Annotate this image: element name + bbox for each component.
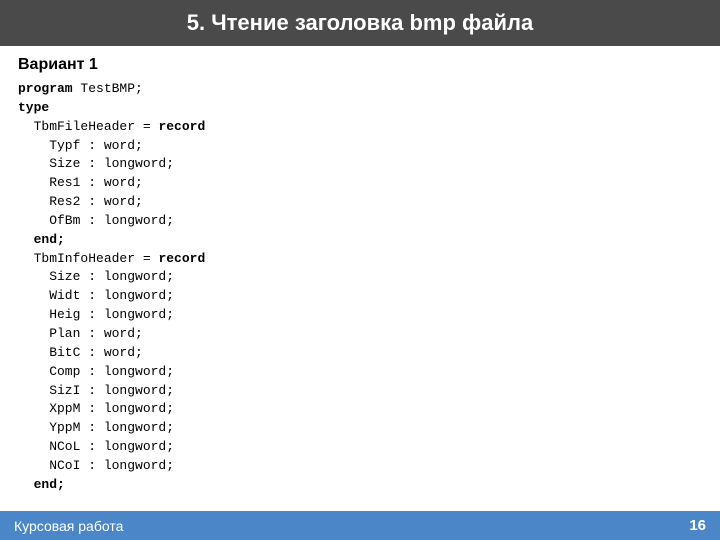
slide-content: Вариант 1 program TestBMP; type TbmFileH… [0,46,720,511]
page-number: 16 [689,517,706,534]
code-end-kw2: end; [34,477,65,492]
code-record-kw2: record [158,251,205,266]
footer-label: Курсовая работа [14,518,123,534]
code-type-kw: type [18,100,49,115]
title-text: 5. Чтение заголовка bmp файла [187,10,534,35]
slide-footer: Курсовая работа 16 [0,511,720,540]
code-end-kw1: end; [34,232,65,247]
code-program-kw: program [18,81,73,96]
code-record-kw1: record [158,119,205,134]
variant-label: Вариант 1 [18,56,702,74]
code-block: program TestBMP; type TbmFileHeader = re… [18,80,702,495]
slide-title: 5. Чтение заголовка bmp файла [0,0,720,46]
